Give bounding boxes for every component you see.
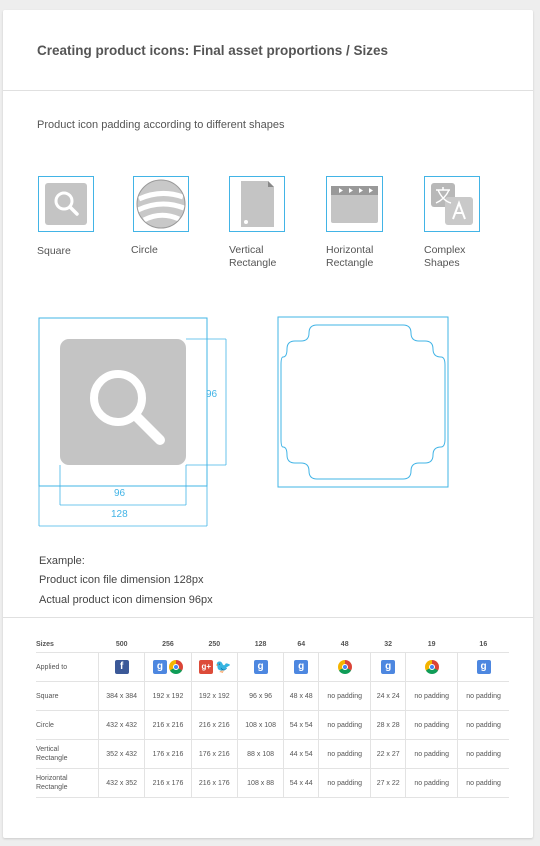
table-cell: 352 x 432 (97, 739, 145, 769)
table-cell: no padding (457, 710, 509, 740)
table-cell: no padding (457, 681, 509, 711)
header-sizes: Sizes (36, 640, 54, 648)
table-cell: 24 x 24 (370, 681, 406, 711)
table-cell: no padding (405, 768, 458, 798)
table-cell: 216 x 176 (190, 768, 238, 798)
chrome-icon (337, 660, 352, 674)
sizes-table: Sizes 500 256 250 128 64 48 32 19 16 App… (36, 636, 509, 798)
table-cell: no padding (318, 681, 371, 711)
example-heading: Example: (39, 555, 85, 567)
table-cell: 44 x 54 (283, 739, 319, 769)
table-cell: 108 x 88 (236, 768, 284, 798)
table-cell: 176 x 216 (190, 739, 238, 769)
table-cell: 432 x 432 (97, 710, 145, 740)
table-cell: no padding (457, 768, 509, 798)
google-plus-icon: g (152, 660, 167, 674)
table-cell: 108 x 108 (236, 710, 284, 740)
shape-label-vertical-rectangle: Vertical Rectangle (229, 244, 277, 269)
shape-label-square: Square (37, 245, 71, 257)
shape-label-complex-shapes: Complex Shapes (424, 244, 466, 269)
content-card: Creating product icons: Final asset prop… (3, 10, 533, 838)
search-icon (45, 183, 87, 225)
google-plus-icon: g (476, 660, 491, 674)
table-cell: no padding (318, 768, 371, 798)
table-cell: no padding (405, 710, 458, 740)
section-subtitle: Product icon padding according to differ… (37, 119, 285, 131)
table-cell: 176 x 216 (144, 739, 192, 769)
page-title: Creating product icons: Final asset prop… (37, 43, 389, 58)
applied-to-row: Applied to f g g+ 🐦 g g g g (36, 652, 509, 682)
table-row: Horizontal Rectangle 432 x 352 216 x 176… (36, 768, 509, 798)
document-icon (241, 181, 274, 227)
table-cell: 28 x 28 (370, 710, 406, 740)
table-header-row: Sizes 500 256 250 128 64 48 32 19 16 (36, 636, 509, 653)
inner-width-dimension-label: 96 (114, 488, 126, 499)
table-cell: 216 x 216 (144, 710, 192, 740)
google-plus-icon: g (294, 660, 309, 674)
table-cell: 54 x 54 (283, 710, 319, 740)
table-cell: no padding (318, 710, 371, 740)
complex-shape-frame (424, 176, 480, 232)
clapperboard-icon (331, 186, 378, 223)
table-cell: no padding (405, 739, 458, 769)
shape-label-horizontal-rectangle: Horizontal Rectangle (326, 244, 374, 269)
table-cell: no padding (318, 739, 371, 769)
google-earth-icon (136, 179, 186, 229)
header-250: 250 (208, 640, 221, 648)
table-row: Square 384 x 384 192 x 192 192 x 192 96 … (36, 681, 509, 711)
table-cell: 216 x 176 (144, 768, 192, 798)
table-cell: 54 x 44 (283, 768, 319, 798)
header-64: 64 (297, 640, 306, 648)
header-19: 19 (427, 640, 436, 648)
applied-to-label: Applied to (36, 652, 99, 682)
table-cell: 432 x 352 (97, 768, 145, 798)
table-cell: 48 x 48 (283, 681, 319, 711)
table-row: Circle 432 x 432 216 x 216 216 x 216 108… (36, 710, 509, 740)
table-cell: 384 x 384 (97, 681, 145, 711)
header-divider (3, 90, 533, 91)
horizontal-rectangle-shape-frame (326, 176, 383, 232)
header-32: 32 (384, 640, 393, 648)
row-label-horizontal-rectangle: Horizontal Rectangle (36, 768, 99, 798)
square-padding-diagram (38, 317, 227, 527)
gplus-red-icon: g+ (199, 660, 214, 674)
facebook-icon: f (114, 660, 129, 674)
header-48: 48 (340, 640, 349, 648)
table-cell: 22 x 27 (370, 739, 406, 769)
example-divider (3, 617, 533, 618)
chrome-icon (424, 660, 439, 674)
table-cell: 192 x 192 (190, 681, 238, 711)
chrome-icon (168, 660, 183, 674)
row-label-square: Square (36, 681, 99, 711)
square-shape-frame (38, 176, 94, 232)
circle-shape-frame (133, 176, 189, 232)
table-cell: 216 x 216 (190, 710, 238, 740)
header-256: 256 (162, 640, 174, 648)
outer-width-dimension-label: 128 (111, 509, 128, 520)
table-row: Vertical Rectangle 352 x 432 176 x 216 1… (36, 739, 509, 769)
vertical-rectangle-shape-frame (229, 176, 285, 232)
complex-shape-outline-diagram (277, 316, 449, 488)
translate-icon (431, 183, 473, 225)
header-128: 128 (254, 640, 267, 648)
table-cell: no padding (457, 739, 509, 769)
header-500: 500 (115, 640, 128, 648)
twitter-icon: 🐦 (215, 659, 232, 674)
shape-label-circle: Circle (131, 244, 158, 256)
table-cell: 88 x 108 (236, 739, 284, 769)
row-label-vertical-rectangle: Vertical Rectangle (36, 739, 99, 769)
google-plus-icon: g (381, 660, 396, 674)
example-file-dimension: Product icon file dimension 128px (39, 574, 204, 586)
table-cell: 96 x 96 (236, 681, 284, 711)
row-label-circle: Circle (36, 710, 99, 740)
table-cell: no padding (405, 681, 458, 711)
table-cell: 192 x 192 (144, 681, 192, 711)
example-actual-dimension: Actual product icon dimension 96px (39, 594, 213, 606)
google-plus-icon: g (253, 660, 268, 674)
height-dimension-label: 96 (206, 389, 218, 400)
header-16: 16 (479, 640, 488, 648)
table-cell: 27 x 22 (370, 768, 406, 798)
